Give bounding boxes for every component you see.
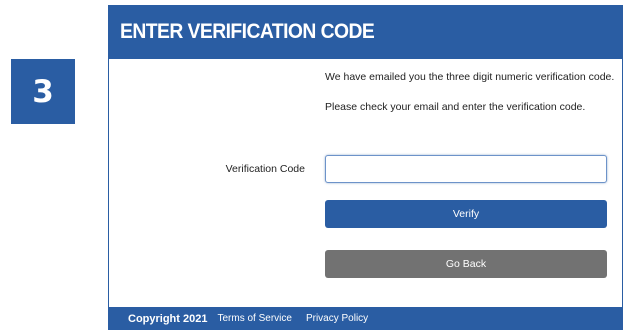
go-back-button[interactable]: Go Back (325, 250, 607, 278)
message-emailed: We have emailed you the three digit nume… (325, 71, 615, 83)
step-number: 3 (32, 73, 54, 110)
step-number-badge: 3 (11, 59, 75, 124)
panel-title: ENTER VERIFICATION CODE (120, 20, 375, 43)
message-instructions: Please check your email and enter the ve… (325, 101, 586, 113)
verification-code-input[interactable] (325, 155, 607, 183)
verify-button[interactable]: Verify (325, 200, 607, 228)
verification-panel: ENTER VERIFICATION CODE We have emailed … (108, 5, 623, 330)
footer: Copyright 2021 Terms of Service Privacy … (108, 307, 623, 330)
verification-code-label: Verification Code (225, 163, 305, 175)
panel-header: ENTER VERIFICATION CODE (108, 5, 623, 59)
terms-of-service-link[interactable]: Terms of Service (217, 313, 291, 324)
copyright-text: Copyright 2021 (128, 312, 208, 325)
verification-message: We have emailed you the three digit nume… (325, 70, 615, 114)
privacy-policy-link[interactable]: Privacy Policy (306, 313, 368, 324)
